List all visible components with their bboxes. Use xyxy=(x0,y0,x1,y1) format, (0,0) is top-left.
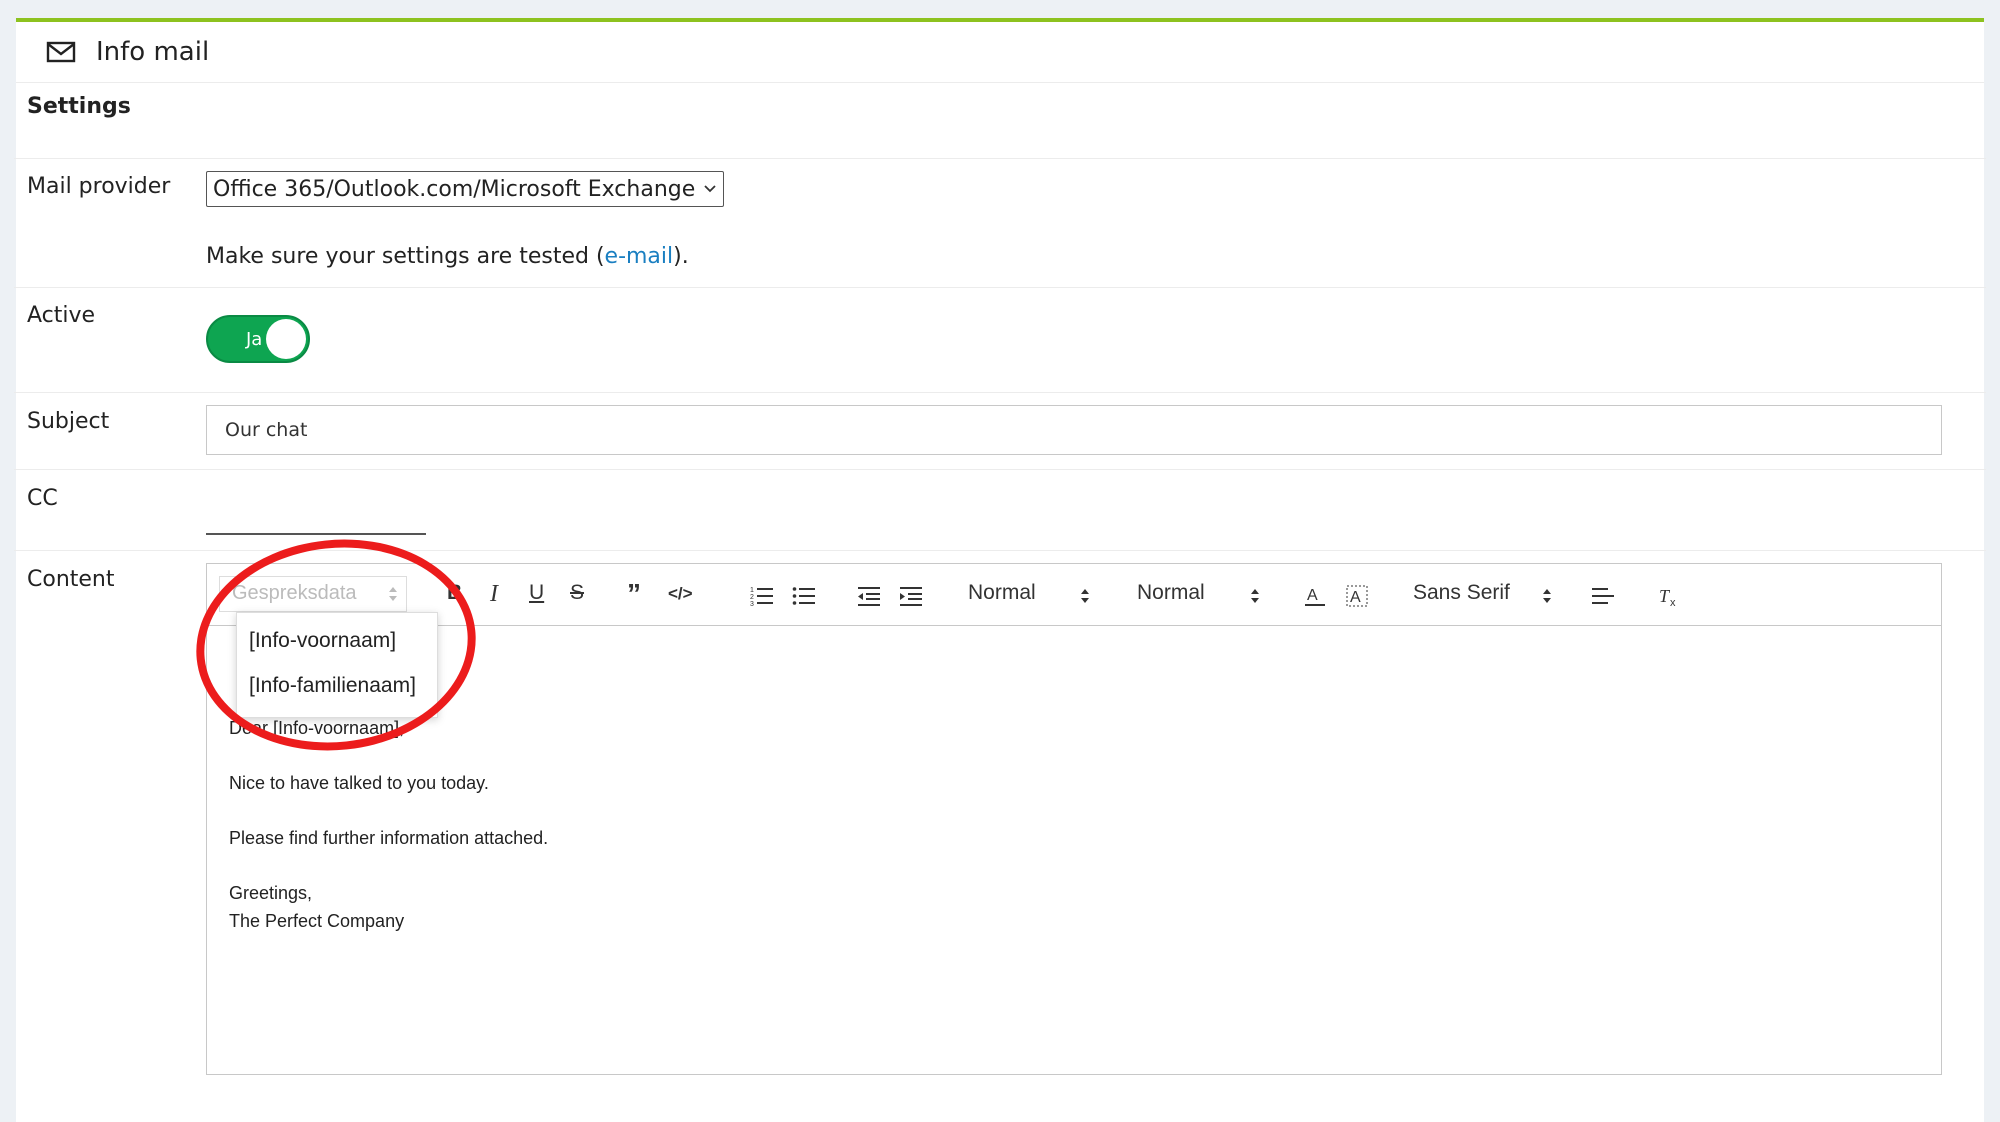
placeholder-dropdown: [Info-voornaam] [Info-familienaam] xyxy=(236,612,438,718)
mail-provider-select[interactable]: Office 365/Outlook.com/Microsoft Exchang… xyxy=(206,171,725,207)
align-icon[interactable] xyxy=(1591,584,1615,608)
mail-provider-label: Mail provider xyxy=(27,174,171,199)
svg-text:x: x xyxy=(1670,597,1676,608)
subject-label: Subject xyxy=(27,409,110,434)
background-color-icon[interactable]: A xyxy=(1345,584,1369,608)
size-select[interactable]: Normal xyxy=(1137,581,1205,605)
divider xyxy=(14,469,1986,470)
mail-provider-value: Office 365/Outlook.com/Microsoft Exchang… xyxy=(213,176,696,202)
hint-text: Make sure your settings are tested ( xyxy=(206,244,605,269)
divider xyxy=(14,550,1986,551)
body-line: Dear [Info-voornaam], xyxy=(229,718,405,738)
header-select[interactable]: Normal xyxy=(968,581,1036,605)
placeholder-select[interactable]: Gespreksdata xyxy=(219,576,407,612)
editor-toolbar: Gespreksdata B I U S ” </> 1 2 3 Normal … xyxy=(207,564,1941,626)
ordered-list-icon[interactable]: 1 2 3 xyxy=(750,584,774,608)
select-arrows-icon xyxy=(1251,589,1259,603)
content-label: Content xyxy=(27,567,115,592)
divider xyxy=(14,158,1986,159)
settings-heading: Settings xyxy=(27,94,131,119)
placeholder-select-label: Gespreksdata xyxy=(232,582,357,604)
font-select[interactable]: Sans Serif xyxy=(1413,581,1510,605)
divider xyxy=(14,287,1986,288)
mail-icon xyxy=(46,41,76,63)
subject-input[interactable]: Our chat xyxy=(206,405,1942,455)
code-block-icon[interactable]: </> xyxy=(668,584,693,604)
font-color-icon[interactable]: A xyxy=(1303,584,1327,608)
content-editor[interactable]: Gespreksdata B I U S ” </> 1 2 3 Normal … xyxy=(206,563,1942,1075)
settings-hint: Make sure your settings are tested (e-ma… xyxy=(206,244,689,269)
editor-body[interactable]: Dear [Info-voornaam], Nice to have talke… xyxy=(229,714,548,935)
divider xyxy=(14,392,1986,393)
toggle-knob[interactable] xyxy=(266,319,306,359)
svg-text:A: A xyxy=(1307,587,1318,604)
panel-header: Info mail xyxy=(16,22,1984,83)
italic-icon[interactable]: I xyxy=(490,581,498,608)
body-line: Nice to have talked to you today. xyxy=(229,773,489,793)
active-toggle[interactable]: Ja xyxy=(206,315,310,363)
cc-label: CC xyxy=(27,486,58,511)
body-line: The Perfect Company xyxy=(229,911,405,931)
select-arrows-icon xyxy=(1081,589,1089,603)
bold-icon[interactable]: B xyxy=(447,581,462,605)
hint-suffix: ). xyxy=(673,244,689,269)
select-arrows-icon xyxy=(389,587,397,601)
page-title: Info mail xyxy=(96,37,210,67)
body-line: Greetings, xyxy=(229,883,313,903)
active-label: Active xyxy=(27,303,96,328)
svg-text:2: 2 xyxy=(750,594,754,601)
toggle-text: Ja xyxy=(246,329,263,350)
bullet-list-icon[interactable] xyxy=(792,584,816,608)
underline-icon[interactable]: U xyxy=(529,581,544,605)
svg-text:1: 1 xyxy=(750,587,754,594)
email-test-link[interactable]: e-mail xyxy=(605,244,674,269)
strike-icon[interactable]: S xyxy=(570,581,584,605)
svg-text:A: A xyxy=(1350,589,1361,606)
body-line: Please find further information attached… xyxy=(229,828,549,848)
chevron-down-icon xyxy=(704,185,716,193)
subject-value: Our chat xyxy=(225,419,308,441)
outdent-icon[interactable] xyxy=(857,584,881,608)
indent-icon[interactable] xyxy=(899,584,923,608)
select-arrows-icon xyxy=(1543,589,1551,603)
svg-text:3: 3 xyxy=(750,601,754,608)
blockquote-icon[interactable]: ” xyxy=(627,578,641,610)
dropdown-option-info-voornaam[interactable]: [Info-voornaam] xyxy=(249,629,396,653)
cc-input[interactable] xyxy=(206,533,426,535)
dropdown-option-info-familienaam[interactable]: [Info-familienaam] xyxy=(249,674,416,698)
clear-format-icon[interactable]: T x xyxy=(1657,584,1681,608)
